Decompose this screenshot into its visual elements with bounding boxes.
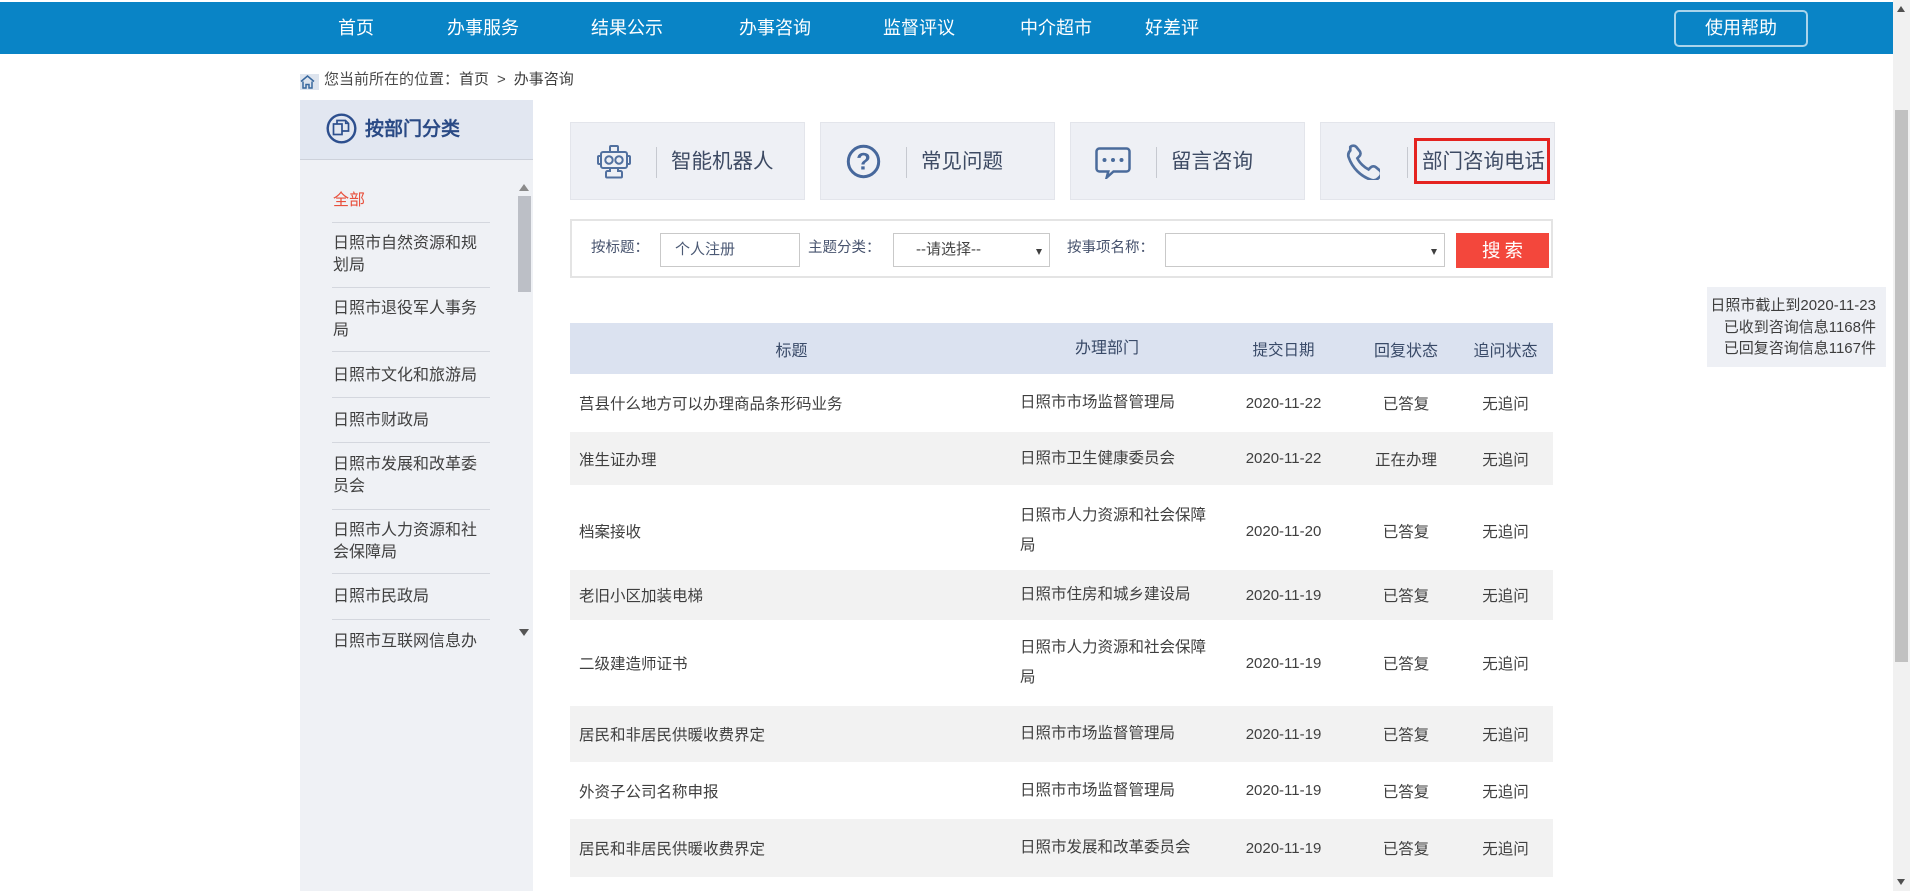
- svg-text:?: ?: [856, 148, 871, 175]
